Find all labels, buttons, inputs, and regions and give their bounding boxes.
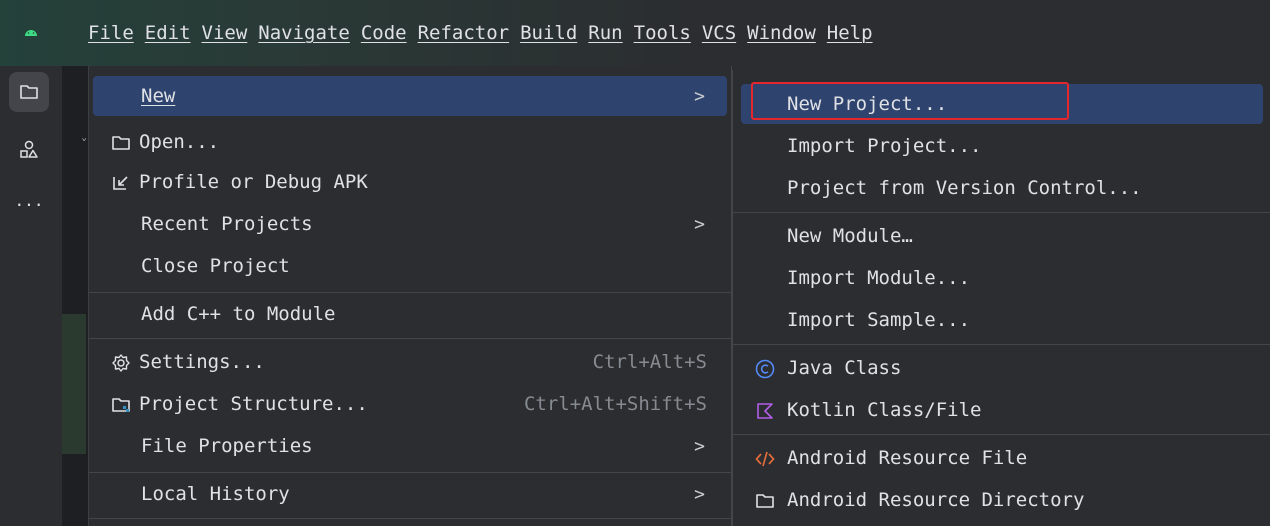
resource-manager-button[interactable] — [9, 130, 49, 170]
menu-navigate[interactable]: Navigate — [258, 22, 350, 44]
annotation-highlight-box — [751, 82, 1069, 120]
menu-item-file-properties[interactable]: File Properties > — [93, 426, 727, 466]
menu-item-label: Settings... — [139, 351, 265, 373]
menu-item-local-history[interactable]: Local History > — [93, 474, 727, 514]
project-structure-icon — [112, 398, 130, 412]
kotlin-icon — [757, 403, 773, 419]
menu-bar: File Edit View Navigate Code Refactor Bu… — [0, 0, 1270, 66]
menu-separator — [89, 292, 731, 293]
chevron-right-icon: > — [694, 435, 705, 457]
editor-gutter: ˇ — [62, 66, 88, 526]
submenu-item-label: Project from Version Control... — [787, 177, 1142, 199]
gutter-highlight — [62, 314, 86, 454]
menu-code[interactable]: Code — [361, 22, 407, 44]
folder-icon — [756, 494, 774, 508]
menu-separator — [733, 434, 1270, 435]
xml-code-icon — [755, 451, 775, 467]
shortcut-label: Ctrl+Alt+S — [592, 351, 707, 373]
import-arrow-icon — [113, 176, 128, 190]
submenu-item-label: Import Project... — [787, 135, 982, 157]
menu-item-project-structure[interactable]: Project Structure... Ctrl+Alt+Shift+S — [93, 384, 727, 424]
gear-icon — [112, 354, 130, 372]
submenu-item-label: Import Sample... — [787, 309, 971, 331]
chevron-right-icon: > — [694, 483, 705, 505]
folder-icon — [112, 136, 130, 150]
menu-item-label: Profile or Debug APK — [139, 171, 368, 193]
menu-item-label: Close Project — [141, 255, 290, 277]
menu-separator — [733, 212, 1270, 213]
menu-item-label: Local History — [141, 483, 290, 505]
submenu-item-new-module[interactable]: New Module… — [741, 216, 1263, 256]
chevron-right-icon: > — [694, 85, 705, 107]
menu-separator — [89, 338, 731, 339]
menu-separator — [89, 472, 731, 473]
new-submenu: New Project... Import Project... Project… — [732, 70, 1270, 526]
chevron-right-icon: > — [694, 213, 705, 235]
menu-item-label: Project Structure... — [139, 393, 368, 415]
menu-vcs[interactable]: VCS — [702, 22, 736, 44]
more-tools-button[interactable]: ... — [9, 180, 49, 220]
menu-item-recent-projects[interactable]: Recent Projects > — [93, 204, 727, 244]
submenu-item-label: New Module… — [787, 225, 913, 247]
submenu-item-import-project[interactable]: Import Project... — [741, 126, 1263, 166]
menu-file[interactable]: File — [88, 22, 134, 44]
menu-tools[interactable]: Tools — [634, 22, 691, 44]
menu-build[interactable]: Build — [520, 22, 577, 44]
submenu-item-label: Kotlin Class/File — [787, 399, 982, 421]
file-menu-dropdown: New > Open... Profile or Debug APK Recen… — [88, 66, 732, 526]
menu-refactor[interactable]: Refactor — [418, 22, 510, 44]
menu-separator — [89, 518, 731, 519]
menu-help[interactable]: Help — [827, 22, 873, 44]
folder-icon — [20, 85, 38, 99]
submenu-item-new-project[interactable]: New Project... — [741, 82, 1263, 124]
tool-window-sidebar: ... — [0, 66, 63, 526]
menu-separator — [733, 344, 1270, 345]
submenu-item-label: Android Resource Directory — [787, 489, 1085, 511]
menu-edit[interactable]: Edit — [145, 22, 191, 44]
menu-item-label: File Properties — [141, 435, 313, 457]
android-icon[interactable] — [24, 27, 38, 37]
menu-view[interactable]: View — [202, 22, 248, 44]
submenu-item-label: Java Class — [787, 357, 902, 379]
menu-item-new[interactable]: New > — [93, 76, 727, 116]
menu-item-label: New — [141, 85, 176, 107]
menu-item-close-project[interactable]: Close Project — [93, 246, 727, 286]
project-tool-button[interactable] — [9, 72, 49, 112]
menu-run[interactable]: Run — [588, 22, 622, 44]
submenu-item-label: Android Resource File — [787, 447, 1028, 469]
submenu-item-label: Import Module... — [787, 267, 971, 289]
java-class-icon — [755, 359, 775, 379]
submenu-item-android-resource-file[interactable]: Android Resource File — [741, 438, 1263, 478]
more-icon: ... — [14, 190, 44, 210]
submenu-item-version-control[interactable]: Project from Version Control... — [741, 168, 1263, 208]
menu-item-label: Recent Projects — [141, 213, 313, 235]
submenu-item-java-class[interactable]: Java Class — [741, 348, 1263, 388]
shapes-icon — [20, 140, 38, 158]
submenu-item-import-module[interactable]: Import Module... — [741, 258, 1263, 298]
submenu-item-import-sample[interactable]: Import Sample... — [741, 300, 1263, 340]
menu-item-profile-apk[interactable]: Profile or Debug APK — [93, 162, 727, 202]
menu-window[interactable]: Window — [747, 22, 816, 44]
menu-item-label: Open... — [139, 131, 220, 153]
submenu-item-android-resource-directory[interactable]: Android Resource Directory — [741, 480, 1263, 520]
menu-item-add-cpp[interactable]: Add C++ to Module — [93, 294, 727, 334]
menu-item-settings[interactable]: Settings... Ctrl+Alt+S — [93, 342, 727, 382]
menu-item-label: Add C++ to Module — [141, 303, 336, 325]
submenu-item-kotlin-class[interactable]: Kotlin Class/File — [741, 390, 1263, 430]
shortcut-label: Ctrl+Alt+Shift+S — [523, 393, 707, 415]
menu-item-open[interactable]: Open... — [93, 122, 727, 162]
